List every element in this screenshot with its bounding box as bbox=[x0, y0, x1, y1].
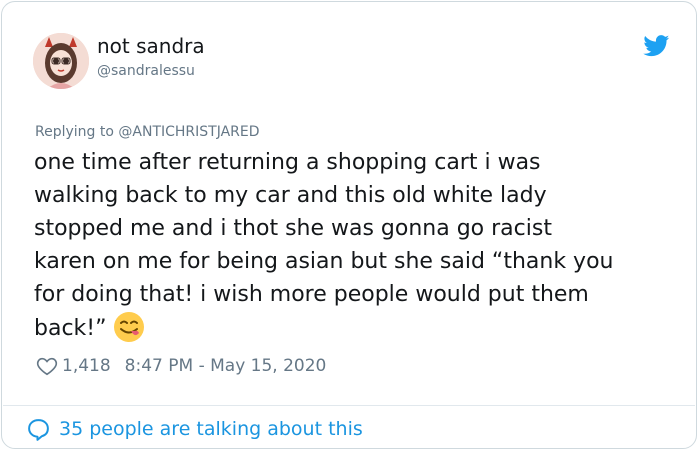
tweet-text-block: one time after returning a shopping cart… bbox=[34, 146, 674, 345]
face-savoring-food-emoji bbox=[113, 312, 144, 342]
like-count[interactable]: 1,418 bbox=[62, 356, 111, 376]
replying-to-handle[interactable]: @ANTICHRISTJARED bbox=[118, 124, 259, 140]
author-name[interactable]: not sandra bbox=[97, 34, 205, 58]
avatar[interactable] bbox=[33, 33, 89, 89]
avatar-image bbox=[33, 33, 89, 89]
author-handle[interactable]: @sandralessu bbox=[97, 62, 195, 80]
twitter-bird-icon[interactable] bbox=[643, 35, 670, 57]
speech-bubble-icon bbox=[28, 418, 49, 441]
replying-prefix: Replying to bbox=[35, 124, 119, 140]
conversation-text[interactable]: 35 people are talking about this bbox=[59, 418, 363, 440]
replying-to: Replying to @ANTICHRISTJARED bbox=[35, 123, 260, 141]
tweet-timestamp[interactable]: 8:47 PM - May 15, 2020 bbox=[125, 356, 327, 376]
heart-outline-icon[interactable] bbox=[36, 355, 58, 377]
divider bbox=[3, 405, 695, 406]
tweet-card[interactable]: not sandra @sandralessu Replying to @ANT… bbox=[1, 1, 697, 449]
tweet-meta: 1,418 8:47 PM - May 15, 2020 bbox=[36, 353, 326, 379]
conversation-link[interactable]: 35 people are talking about this bbox=[26, 415, 363, 443]
